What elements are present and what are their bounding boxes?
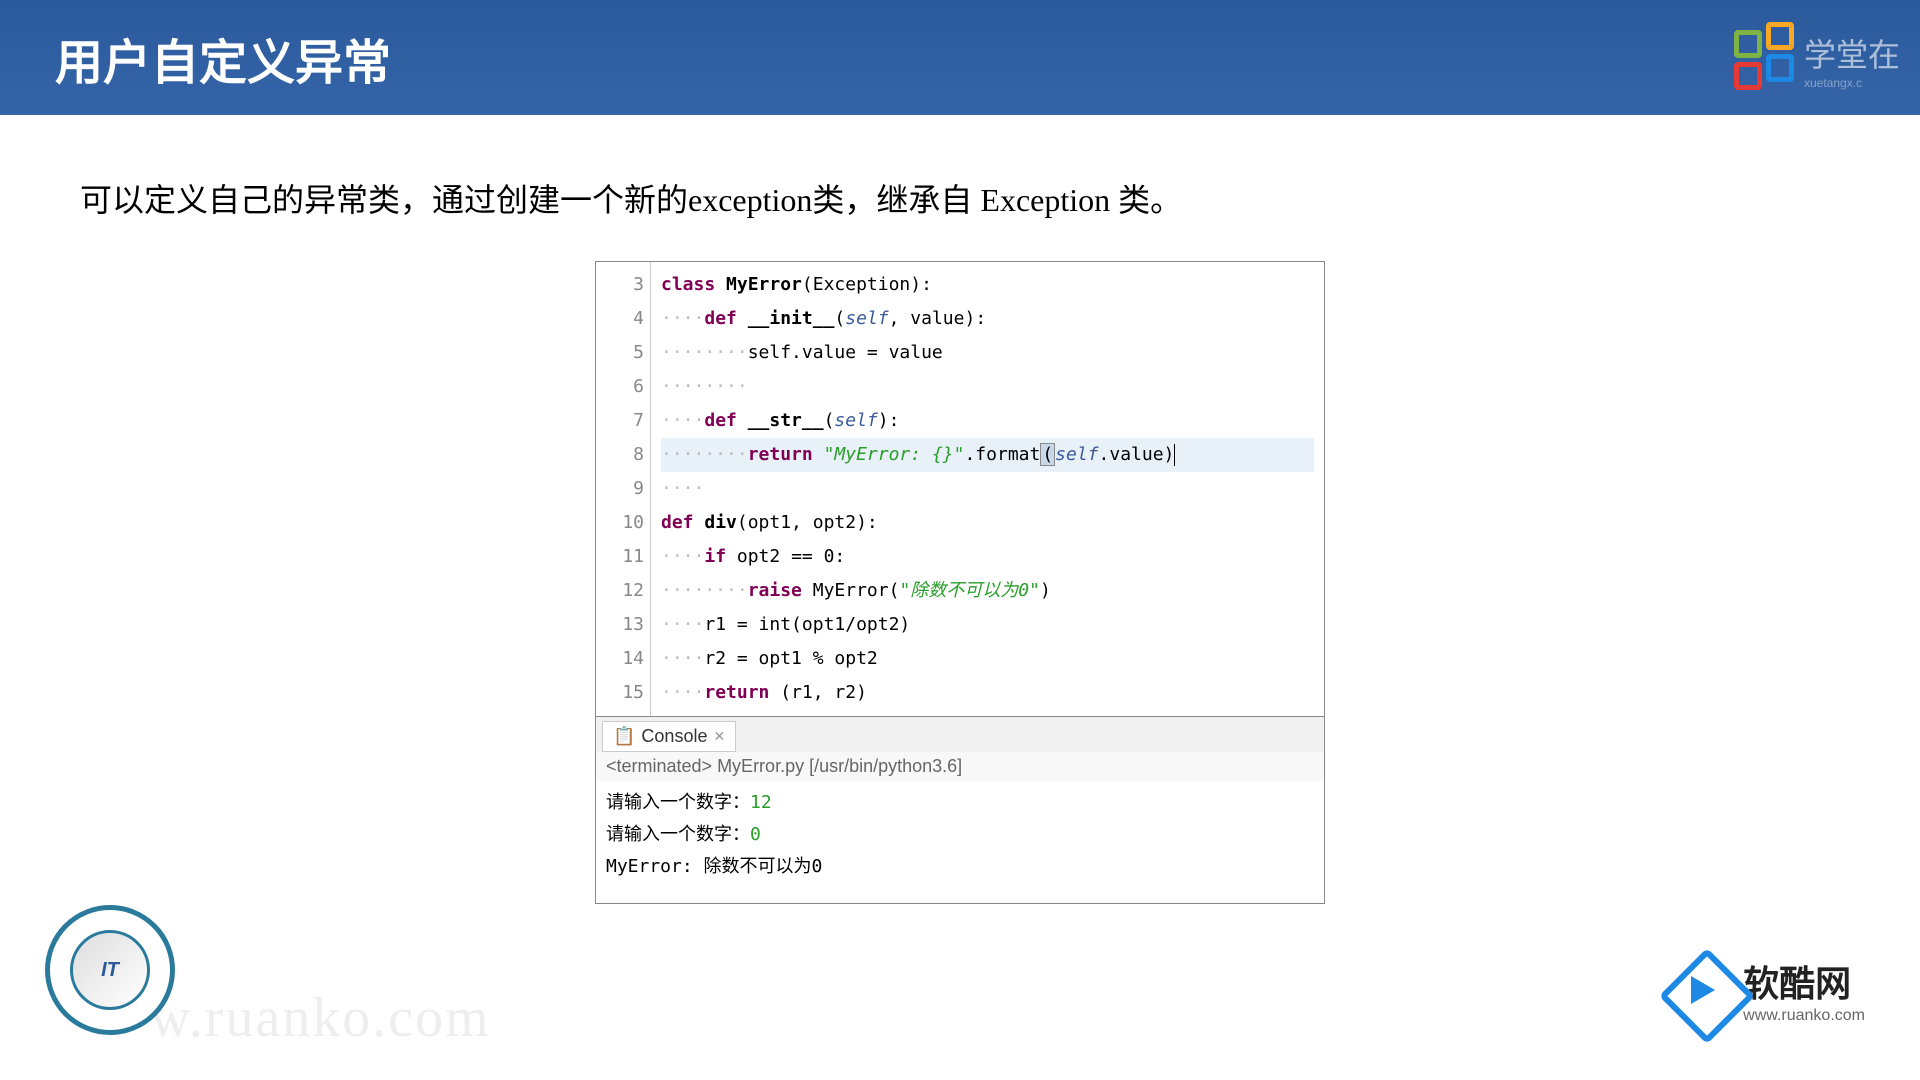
line-number: 9 (596, 472, 644, 506)
console-output: 请输入一个数字：12 请输入一个数字：0 MyError: 除数不可以为0 (596, 781, 1324, 903)
code-line: def div(opt1, opt2): (661, 506, 1314, 540)
brand-logo: 学堂在 xuetangx.c (1734, 30, 1900, 90)
code-line: ····if opt2 == 0: (661, 540, 1314, 574)
line-number: 6 (596, 370, 644, 404)
code-line: ········raise MyError("除数不可以为0") (661, 574, 1314, 608)
code-line: class MyError(Exception): (661, 268, 1314, 302)
header: 用户自定义异常 学堂在 xuetangx.c (0, 0, 1920, 115)
console-panel: 📋 Console ✕ <terminated> MyError.py [/us… (596, 716, 1324, 903)
institution-badge: IT (45, 905, 175, 1035)
footer-url: www.ruanko.com (1743, 1007, 1865, 1025)
console-line: 请输入一个数字：12 (606, 787, 1314, 819)
line-number: 11 (596, 540, 644, 574)
page-title: 用户自定义异常 (55, 23, 391, 93)
console-tab-label: Console (641, 726, 707, 747)
line-number: 13 (596, 608, 644, 642)
line-number: 4 (596, 302, 644, 336)
brand-icon (1734, 30, 1794, 90)
console-line: 请输入一个数字：0 (606, 819, 1314, 851)
code-editor: 3 4 5 6 7 8 9 10 11 12 13 14 15 class My… (595, 261, 1325, 904)
footer-logo: 软酷网 www.ruanko.com (1673, 955, 1865, 1025)
code-area: 3 4 5 6 7 8 9 10 11 12 13 14 15 class My… (596, 262, 1324, 716)
line-number: 12 (596, 574, 644, 608)
play-icon (1673, 962, 1729, 1018)
badge-text: IT (70, 930, 150, 1010)
close-icon[interactable]: ✕ (713, 728, 725, 745)
description-text: 可以定义自己的异常类，通过创建一个新的exception类，继承自 Except… (0, 115, 1920, 261)
console-status: <terminated> MyError.py [/usr/bin/python… (596, 752, 1324, 781)
line-number: 8 (596, 438, 644, 472)
console-tab[interactable]: 📋 Console ✕ (602, 721, 736, 752)
console-icon: 📋 (613, 726, 635, 747)
line-numbers: 3 4 5 6 7 8 9 10 11 12 13 14 15 (596, 262, 651, 716)
line-number: 5 (596, 336, 644, 370)
code-line: ········ (661, 370, 1314, 404)
footer-brand-name: 软酷网 (1743, 955, 1865, 1007)
line-number: 10 (596, 506, 644, 540)
brand-name: 学堂在 (1804, 30, 1900, 76)
code-line: ····def __init__(self, value): (661, 302, 1314, 336)
code-line: ········self.value = value (661, 336, 1314, 370)
line-number: 15 (596, 676, 644, 710)
code-lines: class MyError(Exception): ····def __init… (651, 262, 1324, 716)
console-line: MyError: 除数不可以为0 (606, 851, 1314, 883)
code-line-highlighted: ········return "MyError: {}".format(self… (661, 438, 1314, 472)
brand-sub: xuetangx.c (1804, 76, 1900, 90)
watermark-text: w.ruanko.com (150, 986, 491, 1050)
line-number: 7 (596, 404, 644, 438)
code-line: ····return (r1, r2) (661, 676, 1314, 710)
cursor-icon (1174, 444, 1175, 466)
code-line: ···· (661, 472, 1314, 506)
code-line: ····def __str__(self): (661, 404, 1314, 438)
code-line: ····r2 = opt1 % opt2 (661, 642, 1314, 676)
line-number: 14 (596, 642, 644, 676)
code-line: ····r1 = int(opt1/opt2) (661, 608, 1314, 642)
line-number: 3 (596, 268, 644, 302)
